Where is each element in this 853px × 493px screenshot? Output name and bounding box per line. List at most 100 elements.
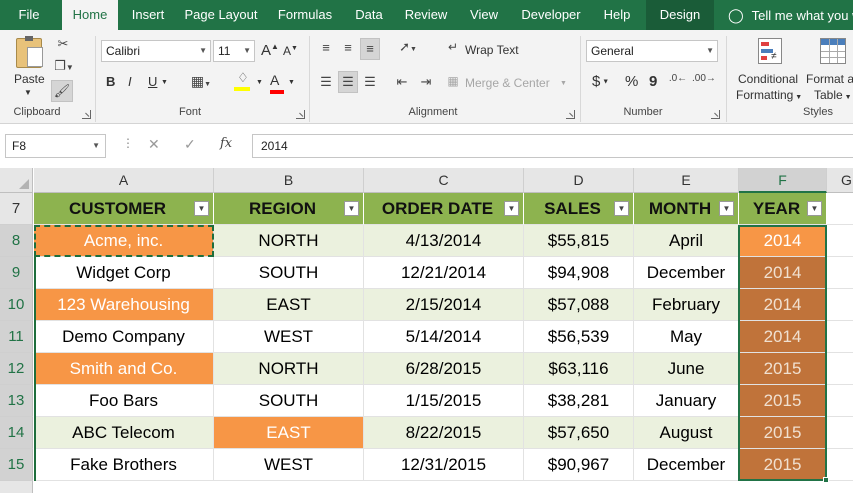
table-cell[interactable]: August	[634, 417, 739, 449]
cancel-icon[interactable]: ✕	[148, 136, 160, 153]
tab-help[interactable]: Help	[594, 0, 640, 30]
filter-dropdown-icon[interactable]: ▼	[194, 201, 209, 216]
comma-button[interactable]: 9	[649, 73, 657, 90]
filter-dropdown-icon[interactable]: ▼	[719, 201, 734, 216]
table-cell[interactable]: $57,088	[524, 289, 634, 321]
filter-dropdown-icon[interactable]: ▼	[504, 201, 519, 216]
wrap-text-icon[interactable]: ↵	[446, 40, 460, 54]
table-cell[interactable]: EAST	[214, 417, 364, 449]
table-header-customer[interactable]: CUSTOMER ▼	[34, 193, 214, 225]
format-as-table-button[interactable]: Format a Table ▼	[806, 36, 853, 102]
formula-input[interactable]: 2014	[252, 134, 853, 158]
table-cell[interactable]: Foo Bars	[34, 385, 214, 417]
font-name-select[interactable]: Calibri ▼	[101, 40, 211, 62]
table-cell[interactable]: 8/22/2015	[364, 417, 524, 449]
row-header-11[interactable]: 11	[0, 321, 33, 353]
table-cell[interactable]: 2014	[739, 257, 827, 289]
increase-decimal-icon[interactable]: .0←	[668, 73, 688, 84]
table-cell[interactable]: 2015	[739, 353, 827, 385]
table-header-sales[interactable]: SALES ▼	[524, 193, 634, 225]
filter-dropdown-icon[interactable]: ▼	[807, 201, 822, 216]
tab-insert[interactable]: Insert	[122, 0, 174, 30]
tab-page-layout[interactable]: Page Layout	[178, 0, 264, 30]
align-center-icon[interactable]: ☰	[338, 71, 358, 93]
tab-formulas[interactable]: Formulas	[268, 0, 342, 30]
font-color-button[interactable]: A	[270, 72, 284, 94]
select-all-button[interactable]	[0, 168, 33, 193]
fill-dropdown-icon[interactable]: ▼	[256, 79, 263, 86]
bold-button[interactable]: B	[106, 74, 115, 89]
empty-cell[interactable]	[827, 289, 853, 321]
table-cell[interactable]: SOUTH	[214, 385, 364, 417]
enter-icon[interactable]: ✓	[184, 136, 196, 153]
tab-review[interactable]: Review	[396, 0, 456, 30]
empty-cell[interactable]	[827, 385, 853, 417]
italic-button[interactable]: I	[128, 74, 132, 89]
orientation-icon[interactable]: ➚▼	[394, 39, 422, 55]
table-cell[interactable]: EAST	[214, 289, 364, 321]
column-header-d[interactable]: D	[524, 168, 634, 193]
table-cell[interactable]: $55,815	[524, 225, 634, 257]
table-cell[interactable]: 12/31/2015	[364, 449, 524, 481]
table-cell[interactable]: 2015	[739, 385, 827, 417]
empty-cell[interactable]	[827, 257, 853, 289]
alignment-launcher-icon[interactable]	[566, 110, 575, 119]
table-cell[interactable]: 5/14/2014	[364, 321, 524, 353]
table-cell[interactable]: NORTH	[214, 353, 364, 385]
tab-view[interactable]: View	[460, 0, 508, 30]
table-cell[interactable]: Smith and Co.	[34, 353, 214, 385]
table-cell[interactable]: $90,967	[524, 449, 634, 481]
font-color-dropdown-icon[interactable]: ▼	[288, 79, 295, 86]
tell-me-box[interactable]: ◯ Tell me what you w	[728, 0, 853, 30]
table-cell[interactable]: Fake Brothers	[34, 449, 214, 481]
table-cell[interactable]: $56,539	[524, 321, 634, 353]
more-options-icon[interactable]: ⋮	[122, 136, 134, 150]
table-cell[interactable]: $94,908	[524, 257, 634, 289]
filter-dropdown-icon[interactable]: ▼	[344, 201, 359, 216]
align-middle-icon[interactable]: ≡	[340, 40, 356, 55]
merge-dropdown-icon[interactable]: ▼	[560, 80, 567, 87]
column-header-g[interactable]: G	[827, 168, 853, 193]
row-header-14[interactable]: 14	[0, 417, 33, 449]
tab-home[interactable]: Home	[62, 0, 118, 30]
row-header-15[interactable]: 15	[0, 449, 33, 481]
number-format-select[interactable]: General ▼	[586, 40, 718, 62]
paste-button[interactable]: Paste ▼	[10, 36, 50, 97]
conditional-formatting-button[interactable]: ≠ Conditional Formatting ▼	[734, 36, 804, 102]
row-header-9[interactable]: 9	[0, 257, 33, 289]
table-header-order-date[interactable]: ORDER DATE ▼	[364, 193, 524, 225]
tab-developer[interactable]: Developer	[512, 0, 590, 30]
borders-icon[interactable]: ▦▼	[190, 73, 212, 90]
table-cell[interactable]: 2/15/2014	[364, 289, 524, 321]
table-cell[interactable]: 2014	[739, 289, 827, 321]
table-cell[interactable]: WEST	[214, 321, 364, 353]
column-header-a[interactable]: A	[34, 168, 214, 193]
number-launcher-icon[interactable]	[711, 110, 720, 119]
row-header-partial[interactable]	[0, 481, 33, 493]
copy-icon[interactable]: ❐▼	[52, 58, 76, 74]
align-bottom-icon[interactable]: ≡	[360, 38, 380, 60]
empty-cell[interactable]	[827, 321, 853, 353]
table-cell[interactable]: $38,281	[524, 385, 634, 417]
tab-file[interactable]: File	[0, 0, 58, 30]
table-cell[interactable]: 1/15/2015	[364, 385, 524, 417]
table-cell[interactable]: SOUTH	[214, 257, 364, 289]
format-painter-icon[interactable]: 🖌	[51, 80, 73, 102]
table-cell[interactable]: $57,650	[524, 417, 634, 449]
table-header-year[interactable]: YEAR ▼	[739, 193, 827, 225]
shrink-font-button[interactable]: A▼	[283, 44, 298, 58]
grow-font-button[interactable]: A▲	[261, 42, 279, 59]
table-cell[interactable]: January	[634, 385, 739, 417]
cell-g7[interactable]	[827, 193, 853, 225]
align-right-icon[interactable]: ☰	[362, 74, 378, 90]
row-header-10[interactable]: 10	[0, 289, 33, 321]
tab-data[interactable]: Data	[346, 0, 392, 30]
clipboard-launcher-icon[interactable]	[82, 110, 91, 119]
merge-center-button[interactable]: Merge & Center	[465, 76, 550, 90]
cut-icon[interactable]: ✂	[54, 36, 72, 52]
align-left-icon[interactable]: ☰	[318, 74, 334, 90]
filter-dropdown-icon[interactable]: ▼	[614, 201, 629, 216]
decrease-indent-icon[interactable]: ⇤	[392, 74, 412, 90]
empty-cell[interactable]	[827, 449, 853, 481]
table-cell[interactable]: 123 Warehousing	[34, 289, 214, 321]
